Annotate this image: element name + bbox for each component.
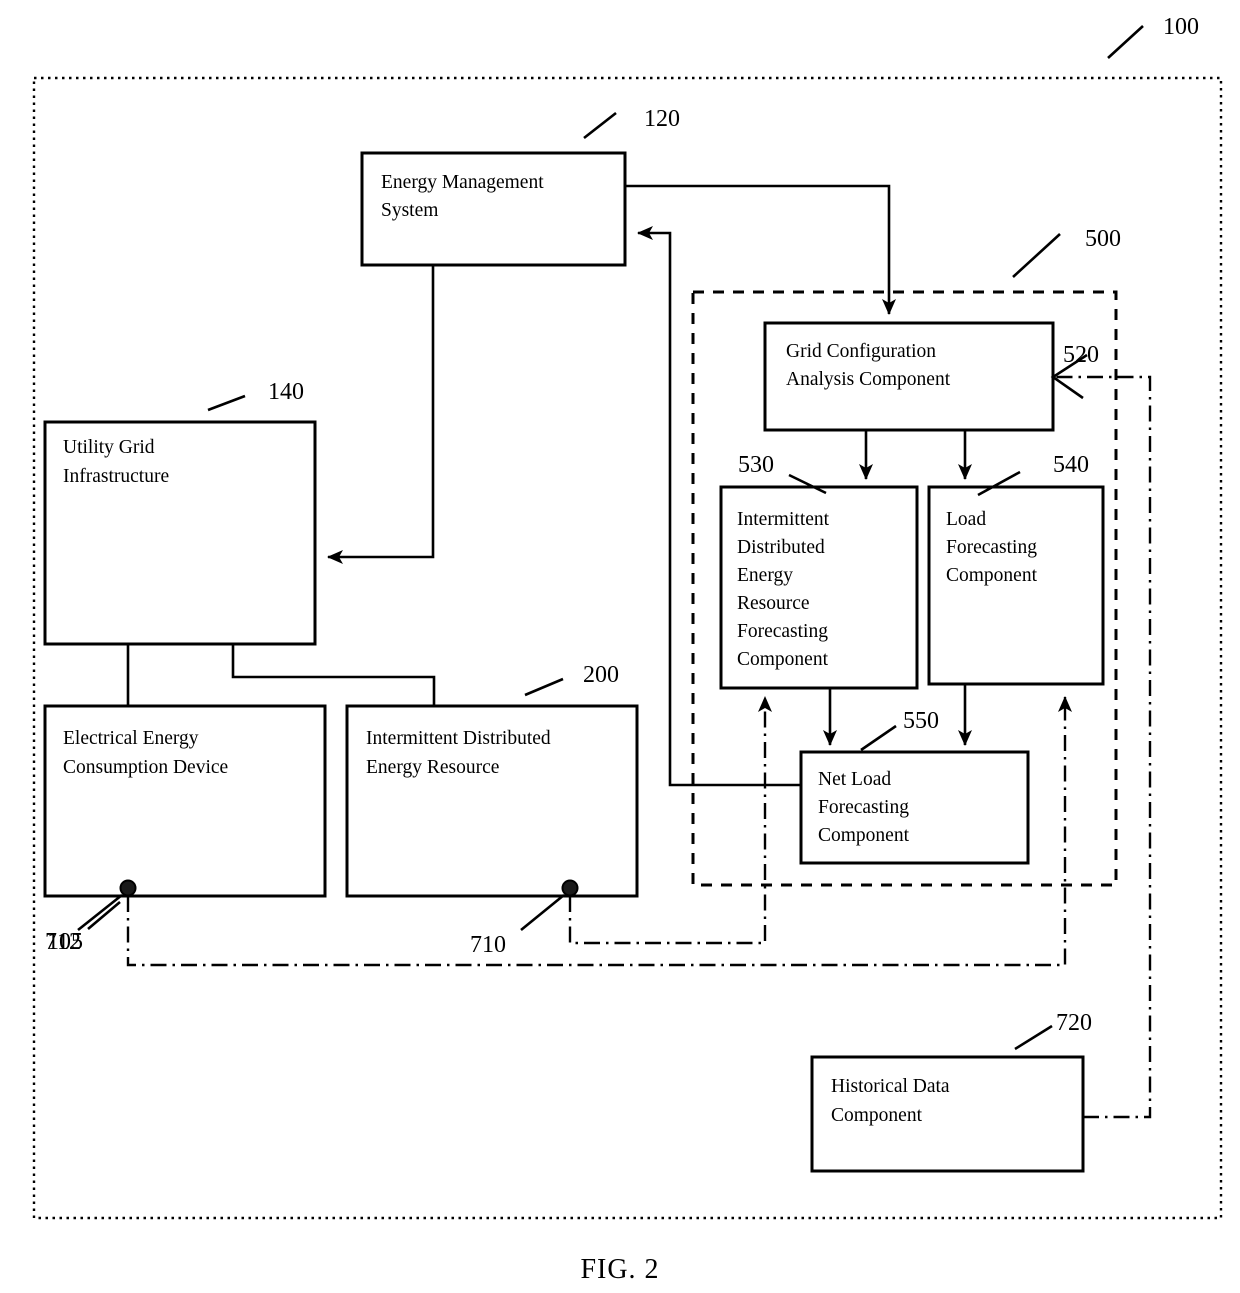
- net-load-label-line-3: Component: [818, 825, 910, 846]
- ider-forecast-label-line-3: Energy: [737, 565, 793, 586]
- box-ider-forecasting-component[interactable]: Intermittent Distributed Energy Resource…: [719, 485, 919, 690]
- box-grid-configuration-analysis-component[interactable]: Grid Configuration Analysis Component: [763, 321, 1055, 432]
- box-historical-data-component[interactable]: Historical Data Component: [810, 1055, 1085, 1173]
- ems-label-line-1: Energy Management: [381, 172, 544, 193]
- historical-data-label-line-1: Historical Data: [831, 1076, 950, 1097]
- reference-numeral-100: 100: [1163, 14, 1199, 40]
- reference-numeral-550: 550: [903, 708, 939, 734]
- ider-forecast-label-line-5: Forecasting: [737, 621, 828, 642]
- ider-label-line-2: Energy Resource: [366, 757, 499, 778]
- ider-forecast-label-line-2: Distributed: [737, 537, 825, 558]
- patent-figure-page: 100 500 Energy Management System 120 Uti…: [0, 0, 1240, 1293]
- load-forecast-label-line-1: Load: [946, 509, 986, 530]
- consumption-device-label-line-1: Electrical Energy: [63, 728, 199, 749]
- figure-caption: FIG. 2: [580, 1254, 659, 1285]
- ider-forecast-label-line-1: Intermittent: [737, 509, 830, 530]
- reference-numeral-530: 530: [738, 452, 774, 478]
- reference-numeral-200: 200: [583, 662, 619, 688]
- consumption-device-label-line-2: Consumption Device: [63, 757, 228, 778]
- reference-numeral-540: 540: [1053, 452, 1089, 478]
- box-load-forecasting-component[interactable]: Load Forecasting Component: [927, 485, 1105, 686]
- net-load-label-line-2: Forecasting: [818, 797, 909, 818]
- box-intermittent-distributed-energy-resource[interactable]: Intermittent Distributed Energy Resource: [345, 704, 639, 898]
- reference-numeral-120: 120: [644, 106, 680, 132]
- reference-numeral-520: 520: [1063, 342, 1099, 368]
- ider-label-line-1: Intermittent Distributed: [366, 728, 551, 749]
- box-electrical-energy-consumption-device[interactable]: Electrical Energy Consumption Device: [43, 704, 327, 898]
- ider-forecast-label-line-6: Component: [737, 649, 829, 670]
- load-forecast-label-line-2: Forecasting: [946, 537, 1037, 558]
- grid-config-label-line-1: Grid Configuration: [786, 341, 936, 362]
- grid-config-label-line-2: Analysis Component: [786, 369, 951, 390]
- reference-numeral-710: 710: [470, 932, 506, 958]
- utility-grid-label-line-1: Utility Grid: [63, 437, 155, 458]
- reference-numeral-712: 712: [45, 929, 81, 955]
- box-net-load-forecasting-component[interactable]: Net Load Forecasting Component: [799, 750, 1030, 865]
- consumption-sensor-dot-712[interactable]: [119, 879, 137, 897]
- historical-data-label-line-2: Component: [831, 1105, 923, 1126]
- figure-canvas: 100 500 Energy Management System 120 Uti…: [0, 0, 1240, 1293]
- reference-numeral-720: 720: [1056, 1010, 1092, 1036]
- ider-forecast-label-line-4: Resource: [737, 593, 810, 614]
- load-forecast-label-line-3: Component: [946, 565, 1038, 586]
- ems-label-line-2: System: [381, 200, 438, 221]
- utility-grid-label-line-2: Infrastructure: [63, 466, 169, 487]
- ider-sensor-dot-710[interactable]: [561, 879, 579, 897]
- reference-numeral-500: 500: [1085, 226, 1121, 252]
- net-load-label-line-1: Net Load: [818, 769, 891, 790]
- box-energy-management-system[interactable]: Energy Management System: [360, 151, 627, 267]
- reference-numeral-140: 140: [268, 379, 304, 405]
- box-utility-grid-infrastructure[interactable]: Utility Grid Infrastructure: [43, 420, 317, 646]
